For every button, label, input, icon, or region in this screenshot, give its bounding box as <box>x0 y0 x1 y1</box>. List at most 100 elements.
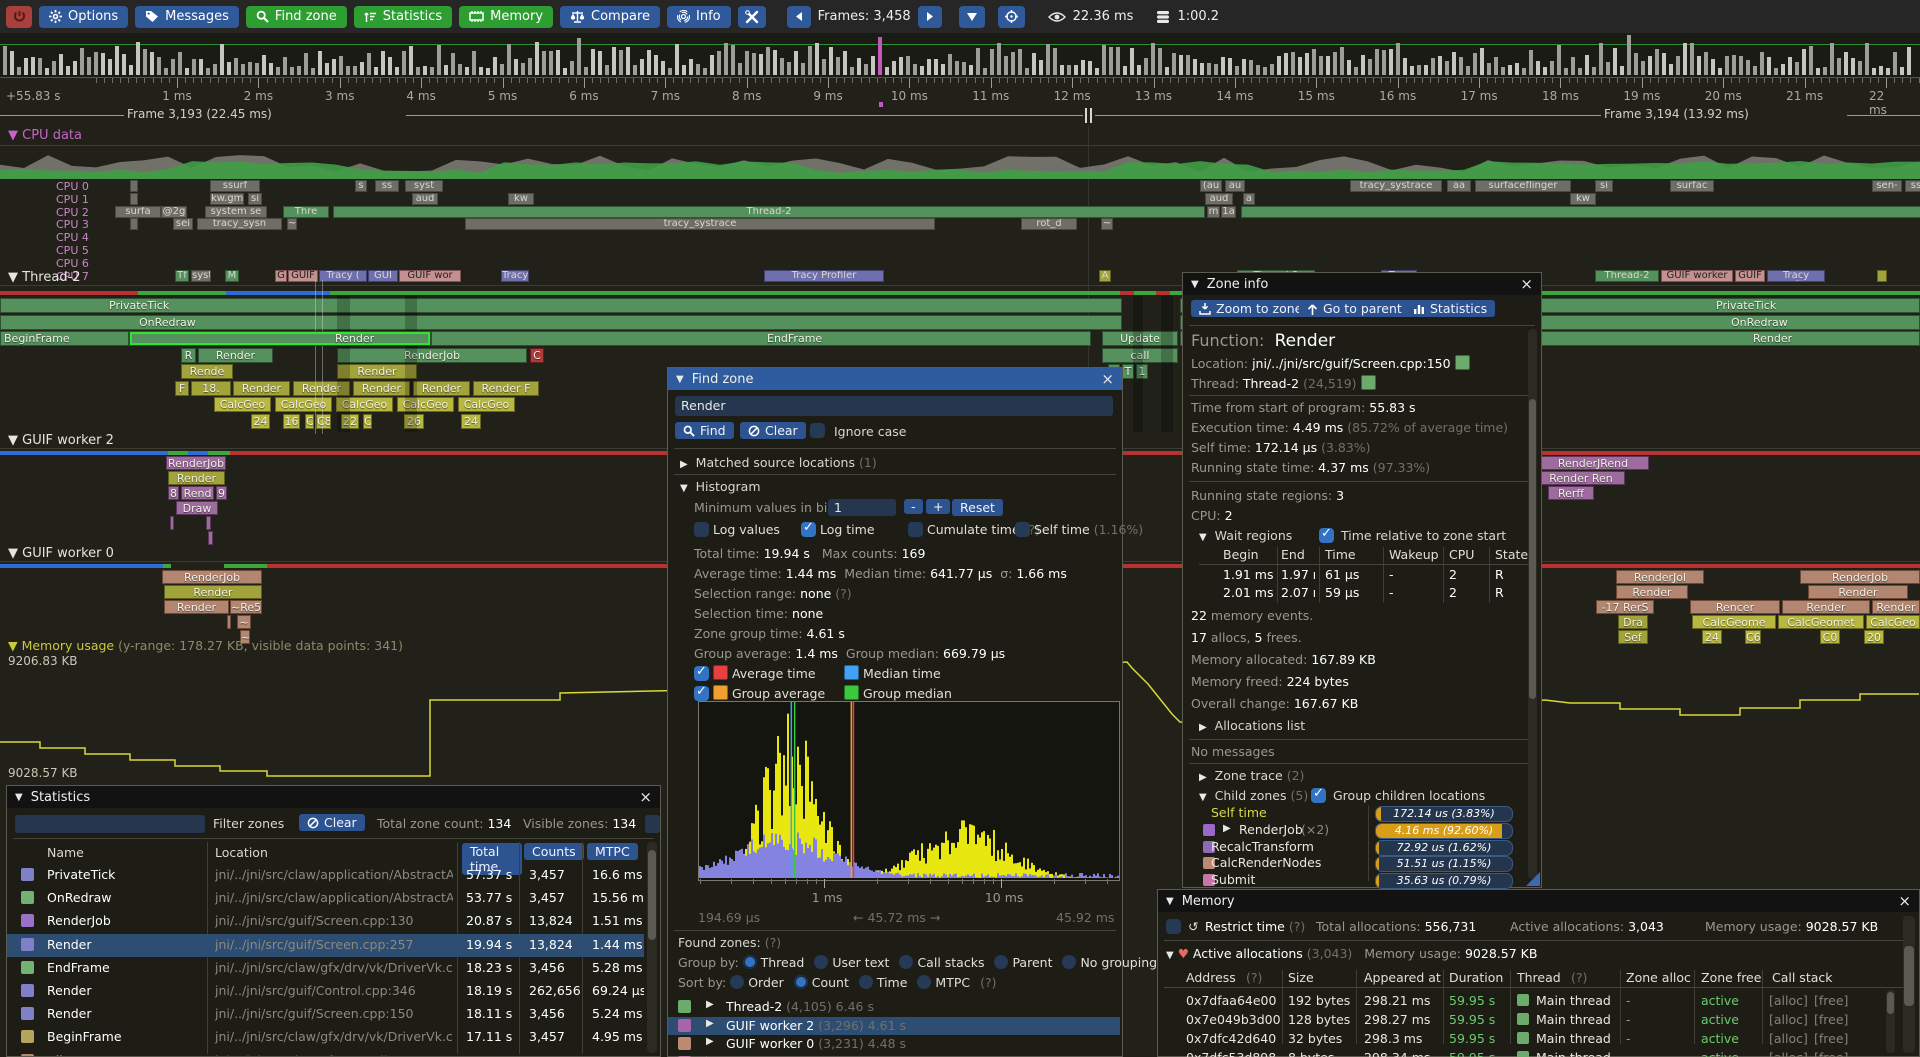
matched-source-locations[interactable]: ▶ Matched source locations (1) <box>680 454 877 471</box>
zone[interactable]: F <box>175 381 189 396</box>
frame-bar[interactable] <box>871 56 875 75</box>
frame-bar[interactable] <box>465 67 469 75</box>
frame-bar[interactable] <box>1018 49 1022 75</box>
zone[interactable]: Render <box>1616 585 1688 599</box>
frame-bar[interactable] <box>780 58 784 75</box>
frame-bar[interactable] <box>808 46 812 75</box>
frame-bar[interactable] <box>983 68 987 75</box>
legend-item[interactable]: Average time <box>694 665 816 681</box>
frame-bar[interactable] <box>1830 43 1834 75</box>
cpu-zone[interactable]: aa <box>1447 180 1471 192</box>
frame-bar[interactable] <box>395 67 399 75</box>
frame-bar[interactable] <box>1004 56 1008 75</box>
frame-bar[interactable] <box>1781 64 1785 75</box>
frame-bar[interactable] <box>1662 53 1666 75</box>
frame-bar[interactable] <box>850 67 854 75</box>
allocations-col-header[interactable]: Size <box>1288 970 1314 985</box>
frame-bar[interactable] <box>1844 52 1848 75</box>
zone[interactable]: RenderJRend <box>1537 456 1649 470</box>
frame-bar[interactable] <box>59 54 63 75</box>
allocations-list-expander[interactable]: ▶ Allocations list <box>1199 717 1305 734</box>
zone-info-titlebar[interactable]: ▼ Zone info × <box>1183 273 1541 295</box>
frame-bar[interactable] <box>948 54 952 75</box>
close-icon[interactable]: × <box>639 788 652 806</box>
frame-bar[interactable] <box>486 68 490 75</box>
frame-bar[interactable] <box>507 44 511 75</box>
cpu-zone[interactable]: sei <box>173 218 193 230</box>
frame-bar[interactable] <box>1732 55 1736 75</box>
zone[interactable]: CalcGeomet <box>1778 615 1864 629</box>
found-zone-group[interactable]: ▶Thread-2 (4,105) 6.46 s <box>668 998 1120 1016</box>
frame-bar[interactable] <box>304 53 308 75</box>
frame-bar[interactable] <box>1375 49 1379 75</box>
frame-bar[interactable] <box>570 61 574 75</box>
found-zone-group[interactable]: ▶GUIF worker 0 (3,231) 4.48 s <box>668 1035 1120 1053</box>
frame-bar[interactable] <box>115 46 119 75</box>
frame-bar[interactable] <box>1207 63 1211 75</box>
frame-bar[interactable] <box>1298 57 1302 75</box>
cpu-zone[interactable]: Tf <box>175 270 189 282</box>
table-row[interactable]: EndFramejni/../jni/src/claw/gfx/drv/vk/D… <box>7 957 644 980</box>
frame-bar[interactable] <box>703 68 707 75</box>
frame-bar[interactable] <box>1515 63 1519 75</box>
column-location[interactable]: Location <box>215 844 268 861</box>
frame-bar[interactable] <box>1641 61 1645 75</box>
frame-bar[interactable] <box>73 61 77 75</box>
alloc-zone-free[interactable]: active <box>1701 1012 1739 1027</box>
frame-bar[interactable] <box>1060 65 1064 75</box>
frame-bar[interactable] <box>1361 55 1365 75</box>
cpu-zone[interactable]: surfaceflinger <box>1475 180 1571 192</box>
zone[interactable]: C0 <box>1820 630 1840 644</box>
frame-bar[interactable] <box>1081 60 1085 75</box>
frame-bar[interactable] <box>381 51 385 75</box>
histogram-plot[interactable] <box>698 701 1120 881</box>
frame-bar[interactable] <box>1340 47 1344 75</box>
cpu-zone[interactable]: Thread-2 <box>1595 270 1659 282</box>
cpu-zone[interactable]: Tracy Profiler <box>764 270 884 282</box>
frame-bar[interactable] <box>108 59 112 75</box>
frame-bar[interactable] <box>759 54 763 75</box>
close-icon[interactable]: × <box>1898 892 1911 910</box>
radio-option[interactable]: Parent <box>994 955 1052 970</box>
frame-bar[interactable] <box>318 51 322 75</box>
table-row[interactable]: Renderjni/../jni/src/guif/Control.cpp:34… <box>7 980 644 1003</box>
frame-bar[interactable] <box>248 62 252 75</box>
wait-col-header[interactable]: Wakeup <box>1389 547 1439 562</box>
frame-bar[interactable] <box>1109 47 1113 75</box>
radio-option[interactable]: Count <box>794 975 849 990</box>
histogram-expander[interactable]: ▼ Histogram <box>680 478 761 495</box>
frame-bar[interactable] <box>584 67 588 75</box>
allocation-row[interactable]: 0x7dfaa64e00192 bytes298.21 ms59.95 sMai… <box>1158 991 1899 1010</box>
frame-bar[interactable] <box>990 49 994 75</box>
frame-bar[interactable] <box>1137 65 1141 75</box>
frame-bar[interactable] <box>1389 49 1393 75</box>
prev-frame-button[interactable] <box>787 6 811 28</box>
cpu-zone[interactable]: A <box>1099 270 1111 282</box>
frame-bar[interactable] <box>1039 60 1043 75</box>
frame-bar[interactable] <box>514 59 518 75</box>
cpu-zone[interactable]: GUIF <box>288 270 318 282</box>
frame-bar[interactable] <box>962 62 966 75</box>
radio-option[interactable]: No grouping <box>1062 955 1157 970</box>
frame-bar[interactable] <box>731 45 735 75</box>
frame-bar[interactable] <box>1256 65 1260 75</box>
frame-bar[interactable] <box>10 51 14 75</box>
radio-option[interactable]: Thread <box>743 955 805 970</box>
frame-bar[interactable] <box>1606 62 1610 75</box>
frame-bar[interactable] <box>416 67 420 75</box>
compare-button[interactable]: Compare <box>560 6 660 28</box>
frame-bar[interactable] <box>1123 66 1127 75</box>
frame-bar[interactable] <box>857 58 861 75</box>
zone[interactable]: CalcGeome <box>1692 615 1776 629</box>
frame-bar[interactable] <box>1326 56 1330 75</box>
frame-bar[interactable] <box>836 57 840 75</box>
zone[interactable]: R <box>181 348 196 363</box>
child-time-bar[interactable]: 51.51 us (1.15%) <box>1375 856 1513 872</box>
frame-bar[interactable] <box>710 55 714 75</box>
frame-bar[interactable] <box>402 51 406 75</box>
cpu-zone[interactable]: Tracy I <box>501 270 529 282</box>
frame-bar[interactable] <box>1032 53 1036 75</box>
frame-bar[interactable] <box>234 58 238 75</box>
child-name[interactable]: Submit <box>1211 872 1255 887</box>
find-zone-titlebar[interactable]: ▼ Find zone × <box>668 368 1122 390</box>
